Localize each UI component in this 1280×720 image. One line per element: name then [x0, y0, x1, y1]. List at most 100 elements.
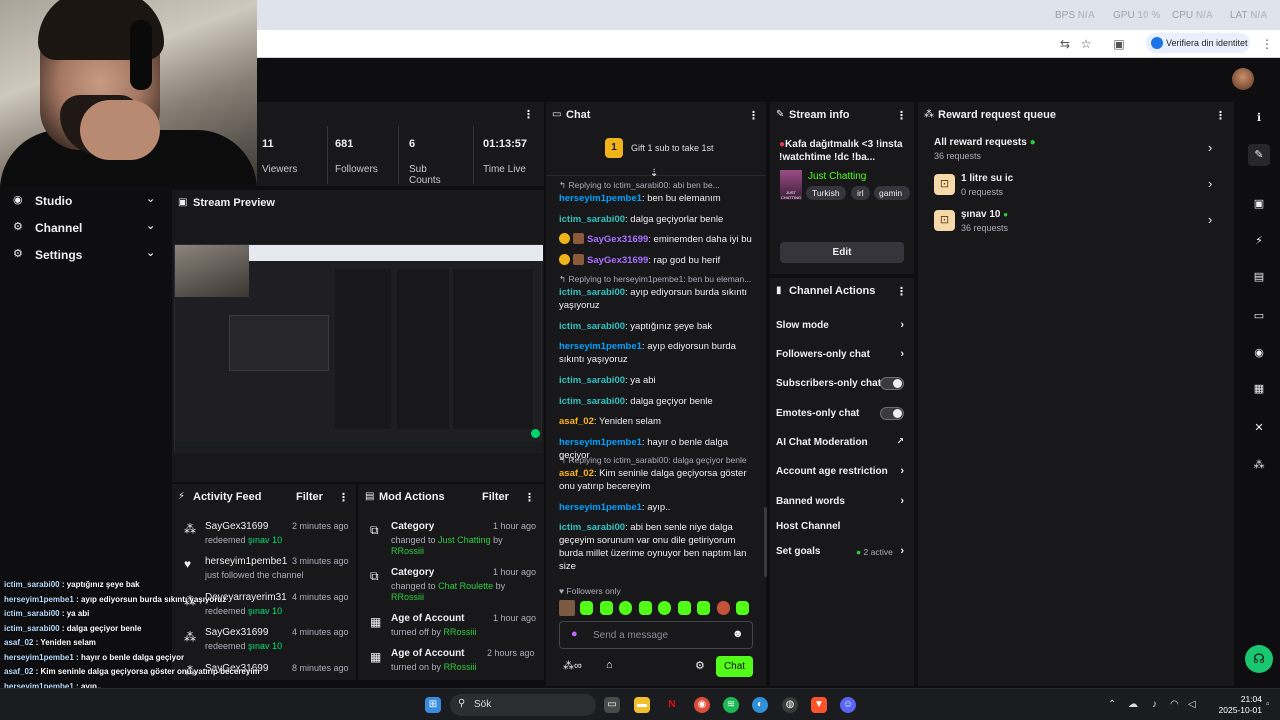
- camera-icon[interactable]: ▣: [1248, 193, 1270, 215]
- emote-icon[interactable]: [639, 601, 652, 615]
- chat-username[interactable]: asaf_02: [559, 468, 594, 479]
- emote-icon[interactable]: [619, 601, 632, 615]
- emote-icon[interactable]: [580, 601, 593, 615]
- broadcast-icon[interactable]: ◉: [1248, 342, 1270, 364]
- followers-only-row[interactable]: Followers-only chat ›: [776, 348, 908, 360]
- pin-icon[interactable]: ⇣: [650, 168, 658, 179]
- extensions-icon[interactable]: ▣: [1110, 35, 1128, 53]
- chat-username[interactable]: herseyim1pembe1: [559, 341, 642, 352]
- chat-send-button[interactable]: Chat: [716, 656, 753, 677]
- sidebar-item-studio[interactable]: ◉ Studio ⌄: [0, 187, 172, 213]
- chat-username[interactable]: SayGex31699: [587, 234, 648, 245]
- chrome-icon[interactable]: ◉: [694, 697, 710, 713]
- stream-category[interactable]: Just Chatting: [808, 171, 866, 182]
- wifi-icon[interactable]: ◠: [1170, 699, 1179, 710]
- slow-mode-row[interactable]: Slow mode ›: [776, 319, 908, 331]
- chat-input[interactable]: ● Send a message ☻: [559, 621, 753, 649]
- bolt-icon[interactable]: ⚡: [1248, 230, 1270, 252]
- edit-stream-info-button[interactable]: Edit: [780, 242, 904, 263]
- browser-menu-icon[interactable]: ⋮: [1258, 35, 1276, 53]
- gear-icon[interactable]: ⚙: [695, 659, 705, 672]
- chat-username[interactable]: SayGex31699: [587, 255, 648, 266]
- stats-menu-icon[interactable]: ⋮: [523, 108, 534, 121]
- bookmark-star-icon[interactable]: ☆: [1077, 35, 1095, 53]
- preview-webcam: [175, 245, 249, 297]
- windows-start-icon[interactable]: ⊞: [425, 697, 441, 713]
- netflix-icon[interactable]: N: [664, 697, 680, 713]
- chat-username[interactable]: asaf_02: [559, 416, 594, 427]
- banned-words-row[interactable]: Banned words ›: [776, 495, 908, 507]
- emote-icon[interactable]: [600, 601, 613, 615]
- tray-chevron-icon[interactable]: ⌃: [1108, 699, 1116, 710]
- emotes-only-row[interactable]: Emotes-only chat: [776, 407, 908, 420]
- subscribers-only-toggle[interactable]: [880, 377, 904, 390]
- emote-icon[interactable]: [697, 601, 710, 615]
- chat-username[interactable]: herseyim1pembe1: [559, 502, 642, 513]
- subscribers-only-row[interactable]: Subscribers-only chat: [776, 377, 908, 390]
- account-age-row[interactable]: Account age restriction ›: [776, 465, 908, 477]
- set-goals-row[interactable]: Set goals ● 2 active ›: [776, 545, 908, 557]
- emote-icon[interactable]: [678, 601, 691, 615]
- activity-filter-button[interactable]: Filter: [296, 491, 323, 503]
- chat-menu-icon[interactable]: ⋮: [748, 109, 759, 122]
- pencil-icon[interactable]: ✎: [1248, 144, 1270, 166]
- emote-icon[interactable]: [736, 601, 749, 615]
- chat-scrollbar[interactable]: [764, 507, 767, 577]
- brave-icon[interactable]: ▼: [811, 697, 827, 713]
- reward-queue-menu-icon[interactable]: ⋮: [1215, 109, 1226, 122]
- microphone-icon[interactable]: ●: [571, 628, 578, 640]
- ai-moderation-row[interactable]: AI Chat Moderation ↗: [776, 436, 908, 448]
- support-icon[interactable]: ☊: [1245, 645, 1273, 673]
- chat-username[interactable]: ictim_sarabi00: [559, 375, 625, 386]
- chat-username[interactable]: ictim_sarabi00: [559, 287, 625, 298]
- emoji-icon[interactable]: ☻: [732, 628, 744, 640]
- reward-item[interactable]: ⊡ şınav 10 ● 36 requests ›: [918, 206, 1234, 236]
- emote-icon[interactable]: [717, 601, 730, 615]
- store-icon[interactable]: ⌂: [606, 659, 613, 671]
- gift-banner[interactable]: 1 Gift 1 sub to take 1st ⇣: [546, 126, 766, 179]
- mod-tools-icon[interactable]: ⁂∞: [563, 659, 582, 672]
- chat-message: ictim_sarabi00: ya abi: [559, 374, 759, 387]
- reward-item[interactable]: ⊡ 1 litre su ic 0 requests ›: [918, 170, 1234, 200]
- chat-username[interactable]: ictim_sarabi00: [559, 214, 625, 225]
- spotify-icon[interactable]: ≋: [723, 697, 739, 713]
- verify-identity-button[interactable]: Verifiera din identitet: [1146, 33, 1250, 53]
- chat-username[interactable]: ictim_sarabi00: [559, 321, 625, 332]
- activity-menu-icon[interactable]: ⋮: [338, 491, 349, 504]
- emotes-only-toggle[interactable]: [880, 407, 904, 420]
- channel-actions-menu-icon[interactable]: ⋮: [896, 285, 907, 298]
- microphone-icon[interactable]: ♪: [1152, 699, 1157, 710]
- task-view-icon[interactable]: ▭: [604, 697, 620, 713]
- avatar[interactable]: [1232, 68, 1254, 90]
- edge-icon[interactable]: ◐: [752, 697, 768, 713]
- chat-username[interactable]: ictim_sarabi00: [559, 522, 625, 533]
- sidebar-item-channel[interactable]: ⚙ Channel ⌄: [0, 214, 172, 240]
- emote-icon[interactable]: [658, 601, 671, 615]
- emote-icon[interactable]: [559, 600, 575, 616]
- cloud-icon[interactable]: ☁: [1128, 699, 1138, 710]
- list-icon[interactable]: ▤: [1248, 266, 1270, 288]
- wrench-icon[interactable]: ✕: [1248, 417, 1270, 439]
- clock[interactable]: 21:04 2025-10-01: [1212, 694, 1262, 716]
- layout-icon[interactable]: ▦: [1248, 378, 1270, 400]
- sidebar-item-settings[interactable]: ⚙ Settings ⌄: [0, 241, 172, 267]
- chat-username[interactable]: herseyim1pembe1: [559, 437, 642, 448]
- mod-menu-icon[interactable]: ⋮: [524, 491, 535, 504]
- stream-preview-video[interactable]: [174, 244, 543, 453]
- taskbar-search[interactable]: ⚲ Sök: [450, 694, 596, 716]
- rewards-icon[interactable]: ⁂: [1248, 454, 1270, 476]
- translate-icon[interactable]: ⇆: [1056, 35, 1074, 53]
- notification-icon[interactable]: ▫: [1266, 699, 1270, 710]
- host-channel-row[interactable]: Host Channel: [776, 521, 908, 532]
- discord-icon[interactable]: ☺: [840, 697, 856, 713]
- chat-username[interactable]: herseyim1pembe1: [559, 193, 642, 204]
- volume-icon[interactable]: ◁: [1188, 699, 1196, 710]
- mod-filter-button[interactable]: Filter: [482, 491, 509, 503]
- chat-icon[interactable]: ▭: [1248, 305, 1270, 327]
- all-reward-requests-row[interactable]: All reward requests ● 36 requests ›: [918, 134, 1234, 164]
- stream-info-menu-icon[interactable]: ⋮: [896, 109, 907, 122]
- chat-username[interactable]: ictim_sarabi00: [559, 396, 625, 407]
- info-icon[interactable]: ℹ: [1248, 107, 1270, 129]
- obs-icon[interactable]: ◍: [782, 697, 798, 713]
- file-explorer-icon[interactable]: ▬: [634, 697, 650, 713]
